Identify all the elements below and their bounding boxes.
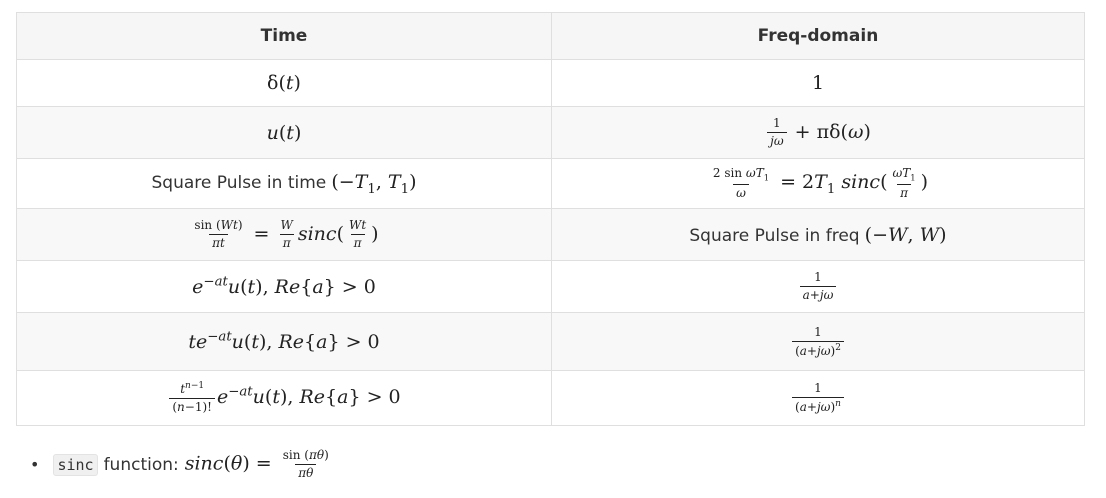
bullet-icon: • [30,455,40,474]
square-pulse-time-label: Square Pulse in time [151,172,327,193]
table-row: e−atu(t), Re{a} > 0 1 a+jω [16,260,1085,313]
freq-cell: 1 (a+jω)n [551,370,1085,426]
time-cell: te−atu(t), Re{a} > 0 [16,312,552,371]
freq-cell: 1 (a+jω)2 [551,312,1085,371]
freq-cell: 1 jω + πδ(ω) [551,106,1085,159]
formula-t-exp-decay: te−atu(t), Re{a} > 0 [188,329,380,354]
formula-delta: δ(t) [267,72,301,94]
formula-interval-w: (−W, W) [864,223,947,246]
time-cell: sin (Wt) πt = Wπ sinc(Wt π) [16,208,552,261]
formula-exp-decay: e−atu(t), Re{a} > 0 [192,274,376,299]
table-row: sin (Wt) πt = Wπ sinc(Wt π) Square Pulse in… [16,208,1085,261]
formula-unit-step-transform: 1 jω + πδ(ω) [765,116,871,148]
sinc-code: sinc [53,453,98,476]
note-text: function: [103,454,179,475]
formula-unit-step: u(t) [266,121,302,144]
freq-cell: Square Pulse in freq (−W, W) [551,208,1085,261]
square-pulse-freq-label: Square Pulse in freq [689,225,860,246]
table-row: u(t) 1 jω + πδ(ω) [16,106,1085,159]
page: Time Freq-domain δ(t) 1 u(t) 1 jω + πδ(ω… [0,0,1106,498]
freq-cell: 2 sin ωT1 ω = 2T1 sinc(ωT1 π) [551,158,1085,209]
formula-tn-exp-decay-transform: 1 (a+jω)n [790,381,846,414]
formula-exp-decay-transform: 1 a+jω [798,270,839,302]
formula-one: 1 [811,72,825,94]
table-row: tn−1 (n−1)! e−atu(t), Re{a} > 0 1 (a+jω)n [16,370,1085,426]
time-cell: tn−1 (n−1)! e−atu(t), Re{a} > 0 [16,370,552,426]
formula-sinc-time: sin (Wt) πt = Wπ sinc(Wt π) [194,218,379,250]
sinc-definition-note: • sinc function: sinc(θ) = sin (πθ) πθ [30,448,334,481]
header-time: Time [16,12,552,60]
time-cell: e−atu(t), Re{a} > 0 [16,260,552,313]
table-row: Square Pulse in time (−T1, T1) 2 sin ωT1… [16,158,1085,209]
table-header-row: Time Freq-domain [16,12,1085,60]
formula-interval-t1: (−T1, T1) [331,170,417,197]
formula-t-exp-decay-transform: 1 (a+jω)2 [790,325,846,358]
header-freq-domain: Freq-domain [551,12,1085,60]
table-row: te−atu(t), Re{a} > 0 1 (a+jω)2 [16,312,1085,371]
fourier-transform-pairs-table: Time Freq-domain δ(t) 1 u(t) 1 jω + πδ(ω… [16,12,1085,426]
table-row: δ(t) 1 [16,59,1085,107]
freq-cell: 1 [551,59,1085,107]
time-cell: δ(t) [16,59,552,107]
formula-square-pulse-transform: 2 sin ωT1 ω = 2T1 sinc(ωT1 π) [712,166,929,200]
time-cell: Square Pulse in time (−T1, T1) [16,158,552,209]
formula-sinc-definition: sinc(θ) = sin (πθ) πθ [184,448,329,480]
freq-cell: 1 a+jω [551,260,1085,313]
formula-tn-exp-decay: tn−1 (n−1)! e−atu(t), Re{a} > 0 [167,381,401,414]
time-cell: u(t) [16,106,552,159]
